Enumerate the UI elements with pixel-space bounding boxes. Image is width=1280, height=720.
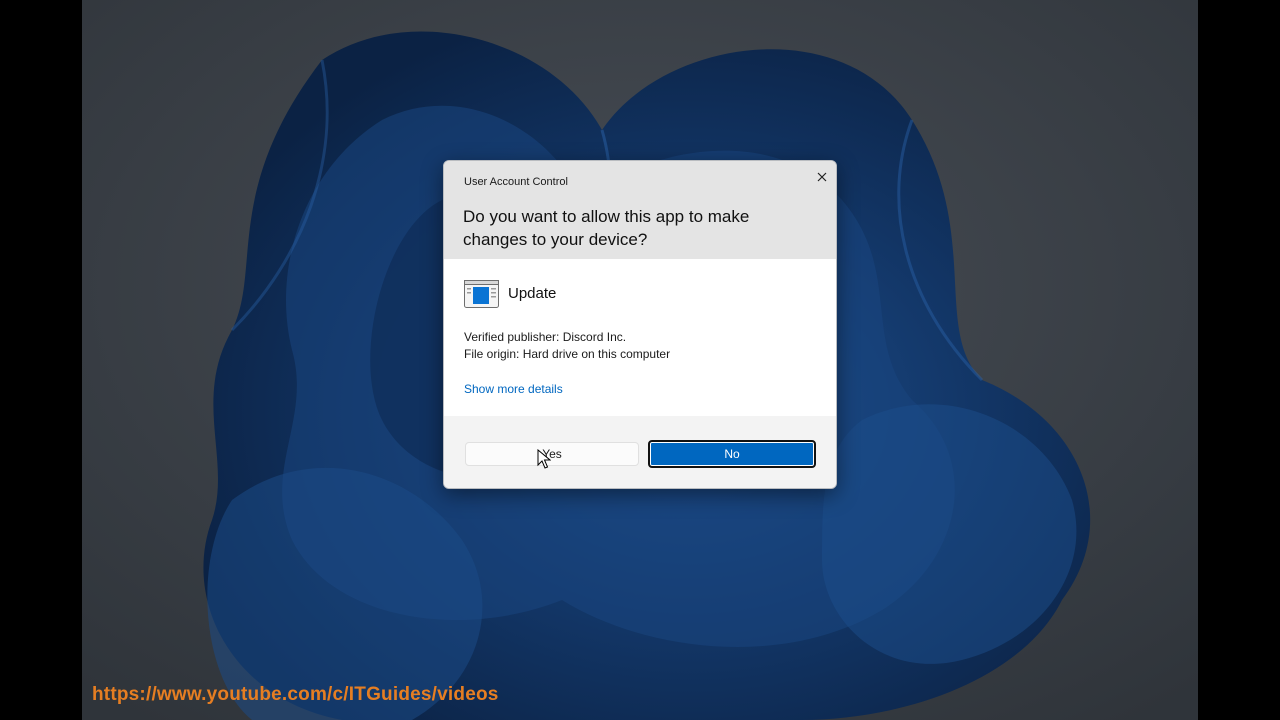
app-name: Update (508, 285, 557, 302)
close-button[interactable] (812, 167, 832, 187)
dialog-body: Update Verified publisher: Discord Inc. … (444, 259, 836, 416)
letterbox-left (0, 0, 82, 720)
yes-button[interactable]: Yes (465, 442, 639, 466)
dialog-footer: Yes No (444, 416, 836, 488)
dialog-title: User Account Control (464, 176, 568, 188)
close-icon (817, 172, 827, 182)
uac-dialog: User Account Control Do you want to allo… (443, 160, 837, 489)
dialog-header: User Account Control Do you want to allo… (444, 161, 836, 259)
file-origin: File origin: Hard drive on this computer (464, 347, 671, 361)
show-more-details-link[interactable]: Show more details (464, 382, 563, 396)
no-button[interactable]: No (648, 440, 816, 468)
verified-publisher: Verified publisher: Discord Inc. (464, 330, 627, 344)
dialog-question: Do you want to allow this app to make ch… (463, 207, 750, 249)
letterbox-right (1198, 0, 1280, 720)
channel-url-watermark: https://www.youtube.com/c/ITGuides/video… (92, 684, 499, 705)
app-window-icon (464, 280, 499, 308)
mouse-cursor-icon (537, 449, 551, 469)
